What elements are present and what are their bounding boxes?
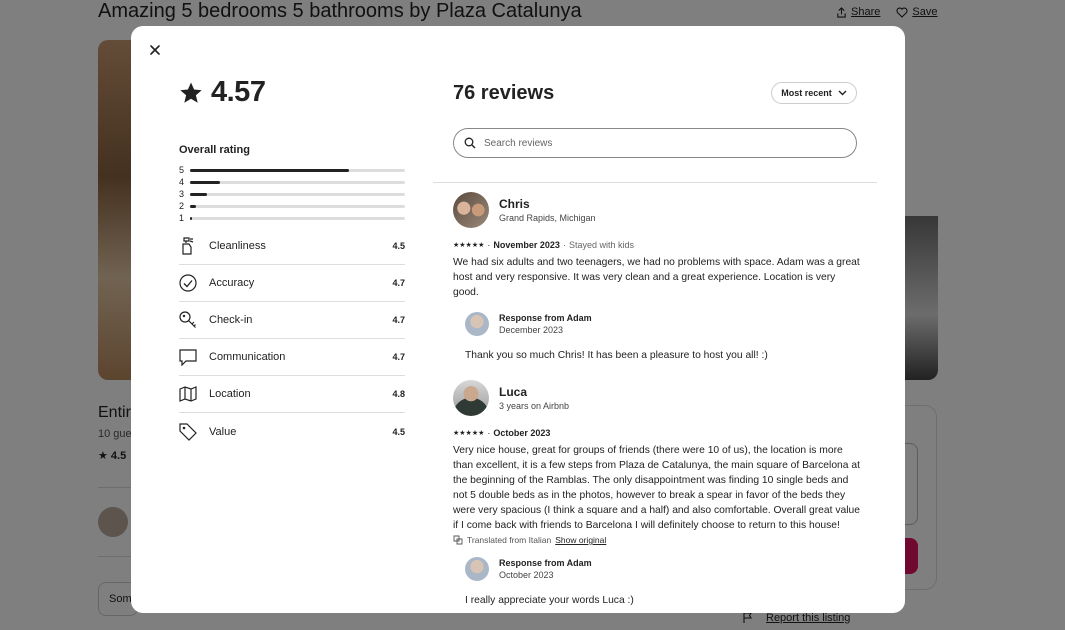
response-title: Response from Adam <box>499 313 592 323</box>
rating-bar-track <box>190 192 405 196</box>
category-communication: Communication 4.7 <box>179 339 405 376</box>
rating-bar-fill <box>190 204 197 208</box>
host-avatar[interactable] <box>465 557 489 581</box>
category-name: Accuracy <box>209 277 255 289</box>
rating-bar-label: 3 <box>179 189 185 199</box>
response-text: Thank you so much Chris! It has been a p… <box>465 350 768 361</box>
divider <box>433 182 877 183</box>
search-icon <box>464 137 476 149</box>
category-name: Check-in <box>209 314 253 326</box>
rating-bar-fill <box>190 216 193 220</box>
category-value: 4.5 <box>392 241 405 251</box>
translate-icon <box>453 535 463 545</box>
review-date: November 2023 <box>493 240 560 250</box>
category-value: 4.7 <box>392 315 405 325</box>
star-icon <box>180 82 202 103</box>
rating-bar-track <box>190 168 405 172</box>
category-ratings: Cleanliness 4.5 Accuracy 4.7 Check-in 4.… <box>179 228 405 450</box>
overall-score: 4.57 <box>179 76 266 109</box>
sort-label: Most recent <box>781 88 832 98</box>
key-icon <box>179 311 196 328</box>
review-count: 76 reviews <box>453 82 555 104</box>
stay-type: Stayed with kids <box>568 240 634 250</box>
check-circle-icon <box>179 274 197 292</box>
rating-bar-track <box>190 180 405 184</box>
reviewer-avatar[interactable] <box>453 380 489 416</box>
category-value-rating: Value 4.5 <box>179 413 405 450</box>
search-reviews-field[interactable] <box>453 128 857 158</box>
review-meta: ★★★★★ · November 2023 · Stayed with kids <box>453 240 634 250</box>
rating-bar-label: 4 <box>179 177 185 187</box>
rating-distribution: 5 4 3 2 1 <box>179 164 405 224</box>
category-check-in: Check-in 4.7 <box>179 302 405 339</box>
review-item: Chris Grand Rapids, Michigan ★★★★★ · Nov… <box>453 192 863 363</box>
host-avatar[interactable] <box>465 312 489 336</box>
host-response: Response from Adam October 2023 I really… <box>465 557 863 608</box>
rating-bar-row: 1 <box>179 212 405 224</box>
category-value: 4.8 <box>392 389 405 399</box>
tag-icon <box>179 422 197 441</box>
overall-rating-label: Overall rating <box>179 144 250 156</box>
reviewer-location: Grand Rapids, Michigan <box>499 213 596 223</box>
response-title: Response from Adam <box>499 558 592 568</box>
category-name: Value <box>209 425 237 438</box>
response-text: I really appreciate your words Luca :) <box>465 595 634 606</box>
rating-bar-label: 1 <box>179 213 185 223</box>
chevron-down-icon <box>838 90 847 96</box>
review-meta: ★★★★★ · October 2023 <box>453 428 551 438</box>
rating-bar-row: 2 <box>179 200 405 212</box>
rating-bar-fill <box>190 192 208 196</box>
category-name: Communication <box>209 351 286 363</box>
response-date: October 2023 <box>499 570 554 580</box>
rating-bar-row: 3 <box>179 188 405 200</box>
spray-bottle-icon <box>182 237 194 255</box>
reviews-modal: 4.57 Overall rating 5 4 3 2 1 Cleanliness 4.… <box>131 26 905 613</box>
reviewer-name: Chris <box>499 197 530 211</box>
host-response: Response from Adam December 2023 Thank y… <box>465 312 863 363</box>
review-text: We had six adults and two teenagers, we … <box>453 257 860 298</box>
reviewer-tenure: 3 years on Airbnb <box>499 401 570 411</box>
category-cleanliness: Cleanliness 4.5 <box>179 228 405 265</box>
rating-bar-row: 5 <box>179 164 405 176</box>
rating-bar-track <box>190 216 405 220</box>
search-input[interactable] <box>484 137 834 149</box>
rating-bar-fill <box>190 180 221 184</box>
close-icon[interactable] <box>147 42 163 58</box>
category-location: Location 4.8 <box>179 376 405 413</box>
review-item: Luca 3 years on Airbnb ★★★★★ · October 2… <box>453 380 863 608</box>
rating-bar-row: 4 <box>179 176 405 188</box>
category-name: Location <box>209 388 251 400</box>
rating-bar-track <box>190 204 405 208</box>
category-value: 4.7 <box>392 352 405 362</box>
show-original-link[interactable]: Show original <box>555 535 606 545</box>
rating-bar-label: 2 <box>179 201 185 211</box>
category-value: 4.5 <box>392 426 405 437</box>
rating-bar-fill <box>190 168 350 172</box>
chat-bubble-icon <box>179 348 197 366</box>
reviewer-avatar[interactable] <box>453 192 489 228</box>
reviewer-name: Luca <box>499 385 528 399</box>
rating-bar-label: 5 <box>179 165 185 175</box>
category-value: 4.7 <box>392 278 405 288</box>
review-stars: ★★★★★ <box>453 242 485 249</box>
sort-dropdown[interactable]: Most recent <box>771 82 857 104</box>
review-stars: ★★★★★ <box>453 430 485 437</box>
category-accuracy: Accuracy 4.7 <box>179 265 405 302</box>
map-icon <box>179 386 197 402</box>
review-date: October 2023 <box>493 428 551 438</box>
overall-score-value: 4.57 <box>211 76 266 108</box>
review-text: Very nice house, great for groups of fri… <box>453 445 860 531</box>
translated-label: Translated from Italian <box>467 535 552 545</box>
category-name: Cleanliness <box>209 240 266 252</box>
response-date: December 2023 <box>499 325 564 335</box>
translation-note: Translated from Italian Show original <box>453 535 863 545</box>
